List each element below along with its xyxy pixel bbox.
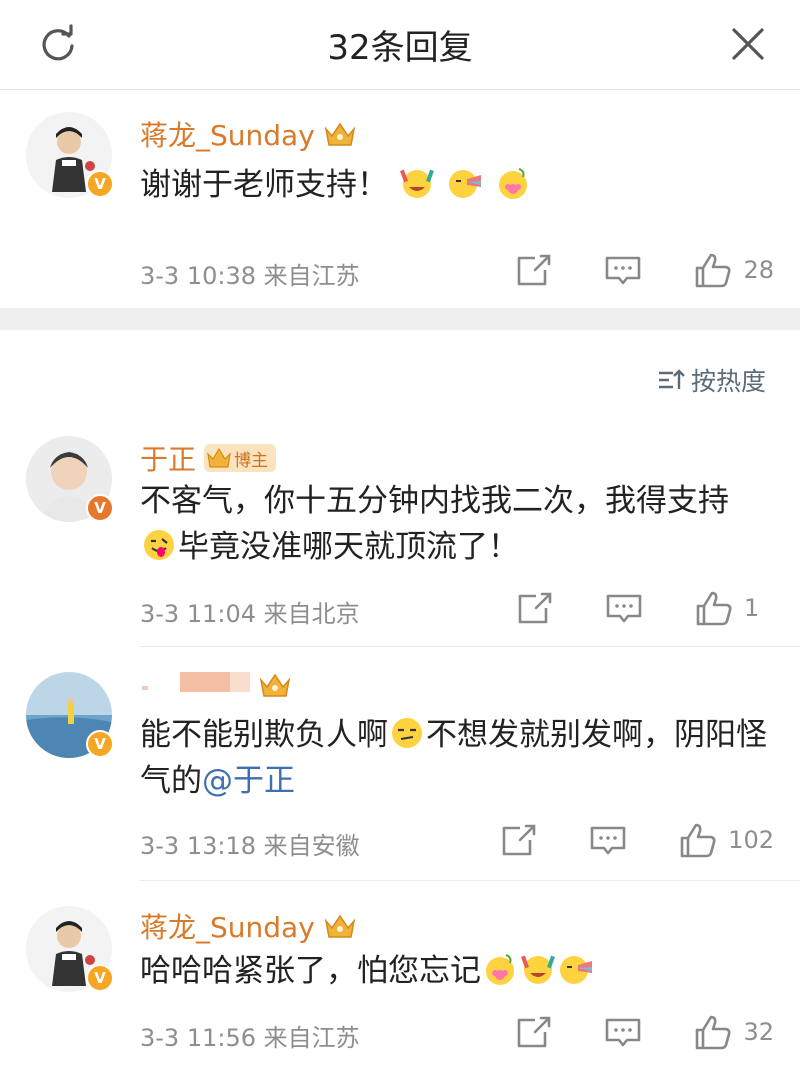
crown-icon <box>324 122 356 146</box>
comment-time: 13:18 <box>186 832 257 860</box>
comment-location: 来自江苏 <box>263 1024 360 1052</box>
share-icon[interactable] <box>513 1014 553 1050</box>
share-icon[interactable] <box>513 252 553 288</box>
blogger-badge: 博主 <box>204 444 277 472</box>
like-count: 32 <box>743 1018 774 1046</box>
tongue-emoji-icon <box>144 530 174 560</box>
username-text[interactable]: 于正 <box>140 438 196 478</box>
like-icon[interactable] <box>693 252 733 288</box>
username[interactable]: 蒋龙_Sunday <box>140 114 357 154</box>
avatar[interactable]: V <box>26 906 114 992</box>
share-icon[interactable] <box>514 590 554 626</box>
avatar[interactable]: V <box>26 436 114 522</box>
comment-time: 11:04 <box>186 600 257 628</box>
like-count: 28 <box>743 256 774 284</box>
comment-text: 哈哈哈紧张了，怕您忘记 <box>140 948 770 994</box>
clapping-emoji-icon <box>521 955 555 984</box>
like-icon[interactable] <box>693 1014 733 1050</box>
sort-icon <box>658 369 685 389</box>
comment-location: 来自安徽 <box>263 832 360 860</box>
username-redacted <box>142 672 250 692</box>
comment-date: 3-3 <box>140 262 180 290</box>
crown-icon <box>207 447 231 468</box>
sort-label[interactable]: 按热度 <box>691 362 766 398</box>
comment-meta: 3-3 13:18 来自安徽 <box>140 826 360 861</box>
avatar[interactable]: V <box>26 112 114 198</box>
smirk-emoji-icon <box>392 718 422 748</box>
verified-icon: V <box>86 494 114 522</box>
comment-actions: 1 <box>514 590 774 626</box>
comment-text: 谢谢于老师支持！ <box>140 162 770 208</box>
comment-date: 3-3 <box>140 600 180 628</box>
like-count: 102 <box>728 826 774 854</box>
flower-emoji-icon <box>486 954 514 985</box>
comment-meta: 3-3 10:38 来自江苏 <box>140 256 360 291</box>
reply-icon[interactable] <box>603 252 643 288</box>
header: 32条回复 <box>0 0 800 90</box>
comment-body: 哈哈哈紧张了，怕您忘记 <box>140 953 481 989</box>
mention-link[interactable]: @于正 <box>202 763 295 799</box>
verified-icon: V <box>86 170 114 198</box>
sort-button[interactable]: 按热度 <box>657 362 766 398</box>
comment-meta: 3-3 11:56 来自江苏 <box>140 1018 360 1053</box>
comment-actions: 102 <box>498 822 774 858</box>
avatar[interactable]: V <box>26 672 114 758</box>
comment-divider <box>140 646 800 647</box>
reply-icon[interactable] <box>603 1014 643 1050</box>
reply-icon[interactable] <box>588 822 628 858</box>
share-icon[interactable] <box>498 822 538 858</box>
verified-icon: V <box>86 964 114 992</box>
username[interactable]: 于正 博主 <box>140 438 277 478</box>
comment-text: 能不能别欺负人啊 不想发就别发啊，阴阳怪气的@于正 <box>140 712 770 804</box>
crown-icon <box>324 914 356 938</box>
comment-meta: 3-3 11:04 来自北京 <box>140 594 360 629</box>
flower-emoji-icon <box>498 168 527 199</box>
comment-location: 来自北京 <box>263 600 360 628</box>
rainbow-emoji-icon <box>448 170 481 198</box>
comment-actions: 28 <box>513 252 774 288</box>
page-title: 32条回复 <box>327 28 473 68</box>
username[interactable]: 蒋龙_Sunday <box>140 906 357 946</box>
badge-label: 博主 <box>234 450 269 471</box>
comment-divider <box>140 880 800 881</box>
close-icon[interactable] <box>726 22 770 66</box>
rainbow-emoji-icon <box>560 956 592 984</box>
comment-time: 10:38 <box>186 262 257 290</box>
comment-date: 3-3 <box>140 1024 180 1052</box>
comment-text: 不客气，你十五分钟内找我二次，我得支持 毕竟没准哪天就顶流了！ <box>140 478 770 570</box>
comment-body-continued: 毕竟没准哪天就顶流了！ <box>178 529 519 565</box>
crown-icon <box>259 673 291 697</box>
comment-actions: 32 <box>513 1014 774 1050</box>
comment-body: 谢谢于老师支持！ <box>140 167 388 203</box>
comment-location: 来自江苏 <box>263 262 360 290</box>
reply-icon[interactable] <box>604 590 644 626</box>
username-text[interactable]: 蒋龙_Sunday <box>140 114 315 154</box>
like-icon[interactable] <box>678 822 718 858</box>
comment-time: 11:56 <box>186 1024 257 1052</box>
clapping-emoji-icon <box>399 169 434 198</box>
verified-icon: V <box>86 730 114 758</box>
username-text[interactable]: 蒋龙_Sunday <box>140 906 315 946</box>
comment-body: 能不能别欺负人啊 <box>140 717 388 753</box>
section-divider <box>0 308 800 330</box>
comment-date: 3-3 <box>140 832 180 860</box>
comment-body: 不客气，你十五分钟内找我二次，我得支持 <box>140 483 729 519</box>
like-icon[interactable] <box>694 590 734 626</box>
like-count: 1 <box>744 594 760 622</box>
